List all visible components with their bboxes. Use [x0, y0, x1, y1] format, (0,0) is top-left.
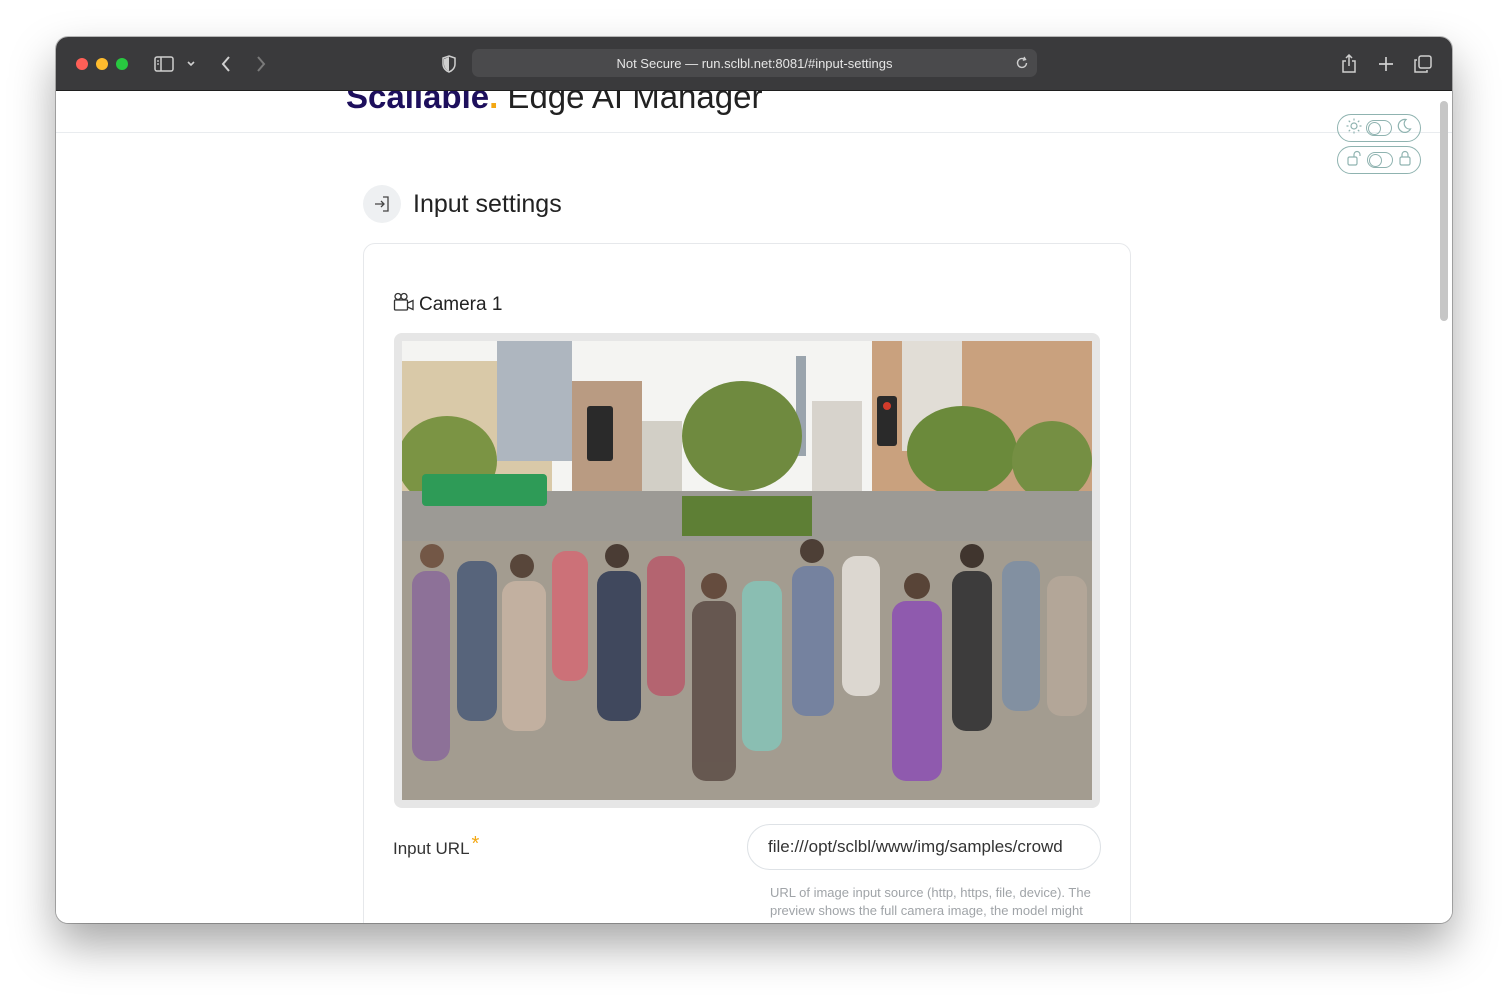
browser-window: Not Secure — run.sclbl.net:8081/#input-s… — [56, 37, 1452, 923]
unlock-icon — [1346, 150, 1362, 171]
input-url-field[interactable] — [747, 824, 1101, 870]
lock-icon — [1398, 150, 1412, 171]
minimize-window-button[interactable] — [96, 58, 108, 70]
privacy-shield-icon[interactable] — [439, 51, 459, 77]
back-icon[interactable] — [216, 51, 236, 77]
camera-title-text: Camera 1 — [419, 294, 503, 315]
header-bar: Scailable. Edge AI Manager — [56, 91, 1452, 133]
forward-icon[interactable] — [251, 51, 271, 77]
camera-preview-frame — [394, 333, 1100, 808]
input-url-label-text: Input URL — [393, 839, 470, 858]
camera-card: Camera 1 Input URL * file:///opt/sclbl/w… — [363, 243, 1131, 923]
theme-toggle[interactable] — [1337, 114, 1421, 142]
input-url-help: URL of image input source (http, https, … — [770, 885, 1091, 918]
brand-logo[interactable]: Scailable. Edge AI Manager — [346, 91, 762, 116]
video-camera-icon — [393, 292, 419, 318]
section-title: Input settings — [413, 189, 562, 218]
camera-title: Camera 1 — [393, 292, 502, 318]
lock-switch[interactable] — [1366, 152, 1393, 168]
browser-toolbar: Not Secure — run.sclbl.net:8081/#input-s… — [56, 37, 1452, 91]
reload-icon[interactable] — [1015, 56, 1029, 73]
page-scrollbar[interactable] — [1440, 101, 1448, 321]
chevron-down-icon[interactable] — [184, 51, 198, 77]
required-mark: * — [471, 833, 480, 855]
new-tab-icon[interactable] — [1375, 51, 1397, 77]
camera-preview-image — [402, 341, 1092, 800]
sign-in-icon — [363, 185, 401, 223]
brand-dot: . — [489, 91, 499, 115]
moon-icon — [1396, 118, 1412, 139]
input-url-label: Input URL * — [393, 833, 479, 860]
address-text: Not Secure — run.sclbl.net:8081/#input-s… — [616, 55, 893, 71]
lock-toggle[interactable] — [1337, 146, 1421, 174]
brand-product: Edge AI Manager — [498, 91, 763, 115]
share-icon[interactable] — [1338, 51, 1360, 77]
tab-overview-icon[interactable] — [1412, 51, 1434, 77]
zoom-window-button[interactable] — [116, 58, 128, 70]
sidebar-icon[interactable] — [152, 51, 176, 77]
page-content: Scailable. Edge AI Manager Input setting… — [56, 91, 1452, 923]
address-bar[interactable]: Not Secure — run.sclbl.net:8081/#input-s… — [472, 49, 1037, 77]
close-window-button[interactable] — [76, 58, 88, 70]
section-header: Input settings — [363, 185, 562, 223]
sun-icon — [1346, 118, 1362, 139]
brand-name: Scailable — [346, 91, 490, 115]
theme-switch[interactable] — [1366, 120, 1392, 136]
